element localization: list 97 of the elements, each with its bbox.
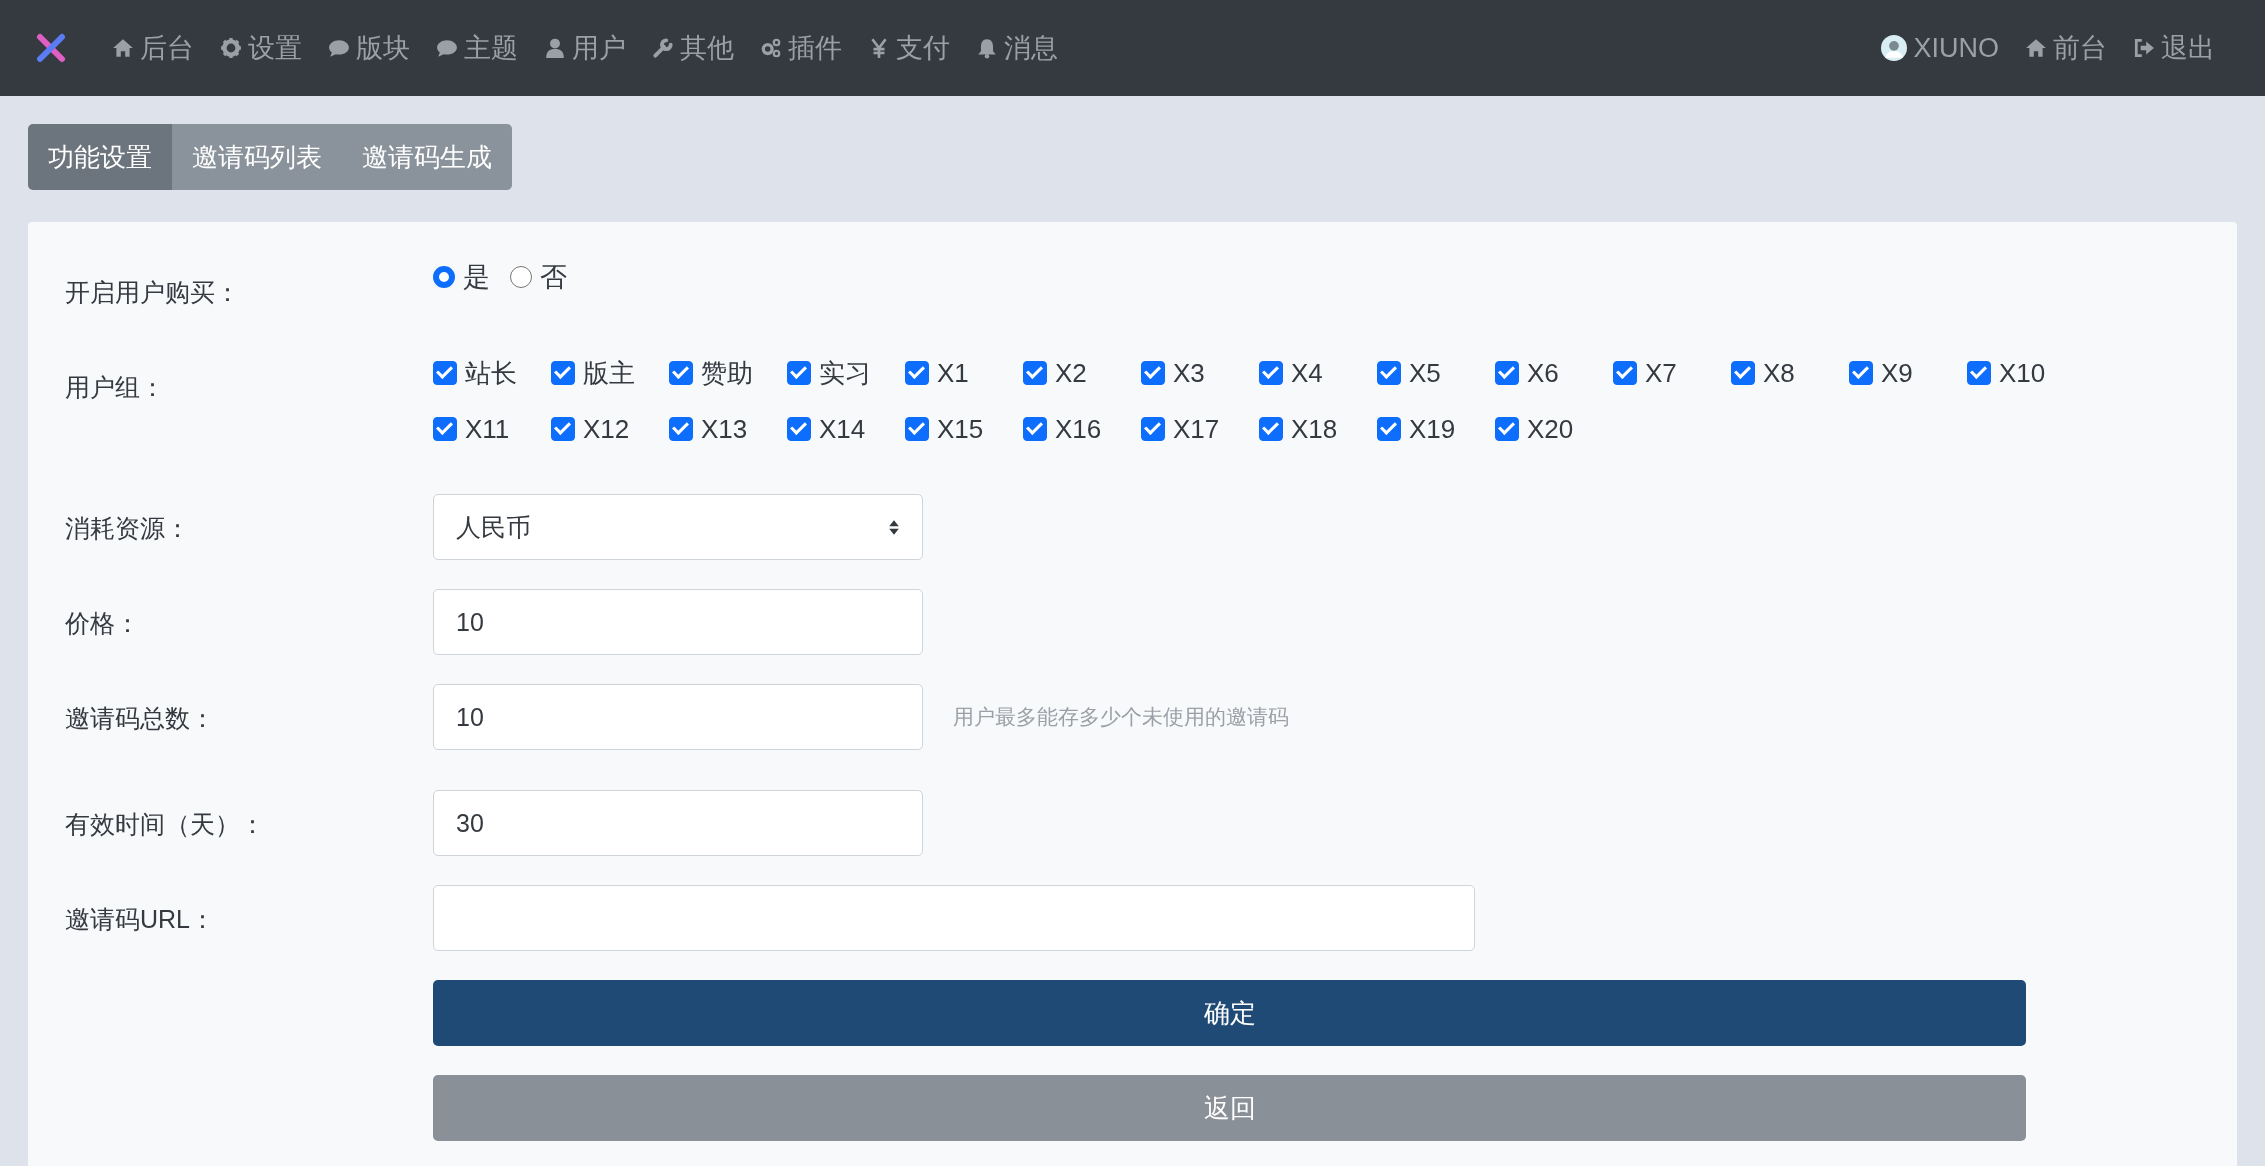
checkbox[interactable] [669,417,693,441]
checkbox[interactable] [669,361,693,385]
checkbox[interactable] [551,361,575,385]
checkbox-label: 版主 [583,356,635,390]
checkbox-label: X7 [1645,357,1677,389]
confirm-button[interactable]: 确定 [433,980,2026,1046]
wrench-icon [652,37,674,59]
checkbox-label: X10 [1999,357,2046,389]
tab[interactable]: 邀请码生成 [342,124,512,190]
url-input-field[interactable] [433,885,1475,951]
checkbox-label: 实习 [819,356,871,390]
checkbox-label: X11 [465,413,510,445]
nav-link[interactable]: 用户 [544,30,626,66]
help-text: 用户最多能存多少个未使用的邀请码 [953,704,1289,730]
checkbox-label: X4 [1291,357,1323,389]
option-label: 是 [463,261,490,294]
checkbox-label: X15 [937,413,984,445]
tab[interactable]: 功能设置 [28,124,172,190]
chat-icon [328,37,350,59]
checkbox-label: 站长 [465,356,517,390]
checkbox-label: X18 [1291,413,1338,445]
sort-caret-icon [888,518,900,536]
checkbox[interactable] [1377,361,1401,385]
sign-out-icon [2133,37,2155,59]
checkbox[interactable] [433,361,457,385]
checkbox-label: X19 [1409,413,1456,445]
nav-link[interactable]: 前台 [2025,30,2107,66]
tab[interactable]: 邀请码列表 [172,124,342,190]
nav-link[interactable]: 设置 [220,30,302,66]
nav-link[interactable]: 后台 [112,30,194,66]
field-label: 消耗资源： [65,513,191,544]
checkbox-label: X2 [1055,357,1087,389]
checkbox[interactable] [1259,361,1283,385]
radio-option[interactable]: 否 [510,259,567,295]
checkbox-label: X3 [1173,357,1205,389]
nav-link[interactable]: 支付 [868,30,950,66]
nav-link[interactable]: 版块 [328,30,410,66]
checkbox[interactable] [1731,361,1755,385]
checkbox[interactable] [551,417,575,441]
checkbox-label: X17 [1173,413,1220,445]
checkbox-label: X5 [1409,357,1441,389]
checkbox-label: X8 [1763,357,1795,389]
checkbox[interactable] [433,417,457,441]
checkbox[interactable] [905,417,929,441]
gears-icon [760,37,782,59]
logo-icon[interactable] [36,33,66,63]
checkbox-label: X12 [583,413,630,445]
field-label: 有效时间（天）： [65,809,266,840]
checkbox[interactable] [787,361,811,385]
checkbox-label: 赞助 [701,356,753,390]
checkbox[interactable] [1141,417,1165,441]
checkbox[interactable] [1259,417,1283,441]
nav-link[interactable]: 退出 [2133,30,2215,66]
chat-icon [436,37,458,59]
field-label: 邀请码URL： [65,904,216,935]
bell-icon [976,37,998,59]
field-label: 邀请码总数： [65,703,216,734]
input-field[interactable]: 10 [433,589,923,655]
avatar-icon [1881,35,1908,61]
checkbox[interactable] [1613,361,1637,385]
checkbox-label: X20 [1527,413,1574,445]
checkbox[interactable] [1141,361,1165,385]
user-icon [544,37,566,59]
input-field[interactable]: 30 [433,790,923,856]
nav-link[interactable]: 其他 [652,30,734,66]
checkbox[interactable] [1849,361,1873,385]
checkbox[interactable] [787,417,811,441]
checkbox-label: X14 [819,413,866,445]
checkbox[interactable] [905,361,929,385]
home-icon [2025,37,2047,59]
checkbox[interactable] [1967,361,1991,385]
nav-link[interactable]: 插件 [760,30,842,66]
checkbox[interactable] [1495,417,1519,441]
checkbox[interactable] [1377,417,1401,441]
input-field[interactable]: 10 [433,684,923,750]
resource-select[interactable]: 人民币 [433,494,923,560]
back-button[interactable]: 返回 [433,1075,2026,1141]
radio-option[interactable]: 是 [433,259,490,295]
radio-button[interactable] [433,266,455,288]
field-label: 开启用户购买： [65,277,241,308]
checkbox-label: X9 [1881,357,1913,389]
radio-button[interactable] [510,266,532,288]
nav-link[interactable]: 消息 [976,30,1058,66]
nav-link[interactable]: XIUNO [1881,32,1999,64]
nav-link[interactable]: 主题 [436,30,518,66]
checkbox[interactable] [1023,361,1047,385]
checkbox-label: X1 [937,357,969,389]
checkbox[interactable] [1023,417,1047,441]
gear-icon [220,37,242,59]
field-label: 用户组： [65,372,166,403]
checkbox-label: X16 [1055,413,1102,445]
checkbox-label: X6 [1527,357,1559,389]
checkbox[interactable] [1495,361,1519,385]
home-icon [112,37,134,59]
field-label: 价格： [65,608,141,639]
checkbox-label: X13 [701,413,748,445]
option-label: 否 [540,261,567,294]
